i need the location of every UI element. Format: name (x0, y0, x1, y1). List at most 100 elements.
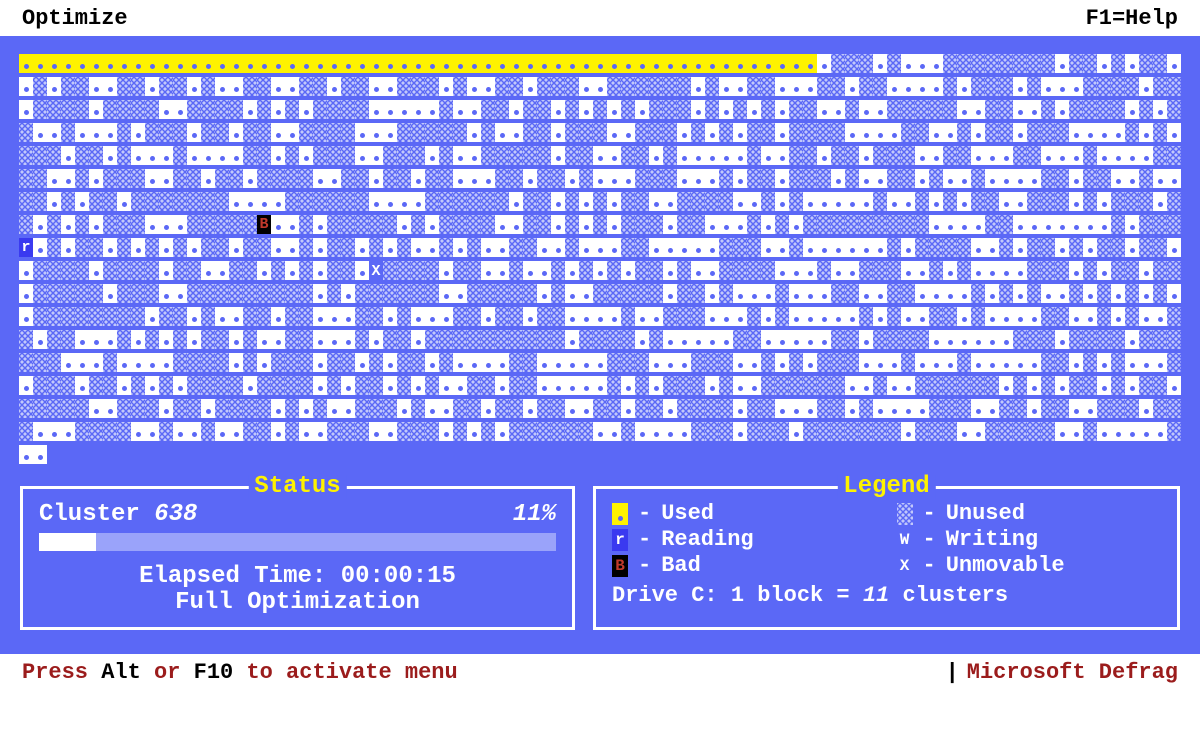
cluster-cell (257, 54, 271, 73)
cluster-cell (1111, 215, 1125, 234)
cluster-cell (1139, 100, 1153, 119)
cluster-cell (691, 261, 705, 280)
hint-help[interactable]: F1=Help (1086, 8, 1178, 30)
cluster-cell (1013, 192, 1027, 211)
cluster-cell (439, 192, 453, 211)
cluster-cell (75, 54, 89, 73)
cluster-cell (61, 54, 75, 73)
cluster-cell (649, 284, 663, 303)
cluster-cell (1111, 238, 1125, 257)
cluster-cell (201, 353, 215, 372)
cluster-cell (425, 123, 439, 142)
cluster-cell (887, 422, 901, 441)
cluster-cell (509, 284, 523, 303)
cluster-cell (579, 123, 593, 142)
cluster-cell (257, 123, 271, 142)
cluster-cell (985, 238, 999, 257)
cluster-cell (831, 284, 845, 303)
cluster-cell (103, 284, 117, 303)
cluster-cell (523, 123, 537, 142)
cluster-cell (831, 215, 845, 234)
cluster-cell (173, 307, 187, 326)
cluster-cell (313, 284, 327, 303)
cluster-cell (425, 376, 439, 395)
cluster-cell (495, 54, 509, 73)
cluster-cell (663, 238, 677, 257)
cluster-cell (607, 330, 621, 349)
cluster-cell (369, 169, 383, 188)
cluster-cell (47, 399, 61, 418)
cluster-cell (789, 100, 803, 119)
cluster-cell (61, 77, 75, 96)
cluster-cell (355, 376, 369, 395)
cluster-cell (691, 100, 705, 119)
cluster-cell (1027, 100, 1041, 119)
cluster-cell (803, 146, 817, 165)
cluster-cell (145, 123, 159, 142)
cluster-cell (19, 284, 33, 303)
cluster-cell (1083, 330, 1097, 349)
cluster-cell (873, 192, 887, 211)
cluster-cell (19, 353, 33, 372)
cluster-cell (257, 146, 271, 165)
cluster-cell (411, 192, 425, 211)
cluster-cell (383, 330, 397, 349)
cluster-cell (397, 123, 411, 142)
cluster-cell (397, 376, 411, 395)
cluster-cell (789, 146, 803, 165)
cluster-cell (131, 284, 145, 303)
reading-icon (612, 529, 628, 551)
cluster-cell (61, 100, 75, 119)
cluster-cell (453, 422, 467, 441)
cluster-cell (761, 146, 775, 165)
cluster-cell (733, 215, 747, 234)
cluster-cell (453, 261, 467, 280)
cluster-cell (733, 169, 747, 188)
cluster-cell (159, 192, 173, 211)
cluster-cell (915, 376, 929, 395)
cluster-cell (327, 100, 341, 119)
cluster-cell (61, 238, 75, 257)
cluster-cell (257, 307, 271, 326)
cluster-cell (971, 77, 985, 96)
cluster-cell (495, 422, 509, 441)
cluster-cell (467, 307, 481, 326)
cluster-cell (1027, 215, 1041, 234)
cluster-cell (1013, 330, 1027, 349)
cluster-cell (523, 54, 537, 73)
cluster-cell (1083, 307, 1097, 326)
cluster-cell (817, 77, 831, 96)
cluster-cell (859, 330, 873, 349)
cluster-cell (19, 123, 33, 142)
cluster-cell (691, 215, 705, 234)
cluster-cell (397, 146, 411, 165)
cluster-cell (859, 353, 873, 372)
cluster-cell (117, 353, 131, 372)
cluster-cell (621, 307, 635, 326)
cluster-cell (593, 422, 607, 441)
cluster-cell (1167, 238, 1181, 257)
cluster-cell (439, 399, 453, 418)
menu-optimize[interactable]: Optimize (22, 8, 128, 30)
cluster-cell (873, 146, 887, 165)
cluster-cell (1013, 146, 1027, 165)
cluster-cell (999, 353, 1013, 372)
cluster-cell (873, 215, 887, 234)
cluster-cell (1069, 353, 1083, 372)
cluster-cell (1013, 284, 1027, 303)
cluster-cell (75, 376, 89, 395)
cluster-cell (803, 169, 817, 188)
cluster-cell (439, 422, 453, 441)
cluster-cell (1139, 376, 1153, 395)
cluster-cell (747, 422, 761, 441)
cluster-cell (327, 192, 341, 211)
cluster-cell (271, 100, 285, 119)
cluster-cell (845, 100, 859, 119)
cluster-cell (859, 123, 873, 142)
cluster-cell (579, 353, 593, 372)
cluster-cell (103, 422, 117, 441)
cluster-cell (985, 215, 999, 234)
cluster-cell (453, 399, 467, 418)
cluster-cell (733, 100, 747, 119)
cluster-cell (89, 307, 103, 326)
